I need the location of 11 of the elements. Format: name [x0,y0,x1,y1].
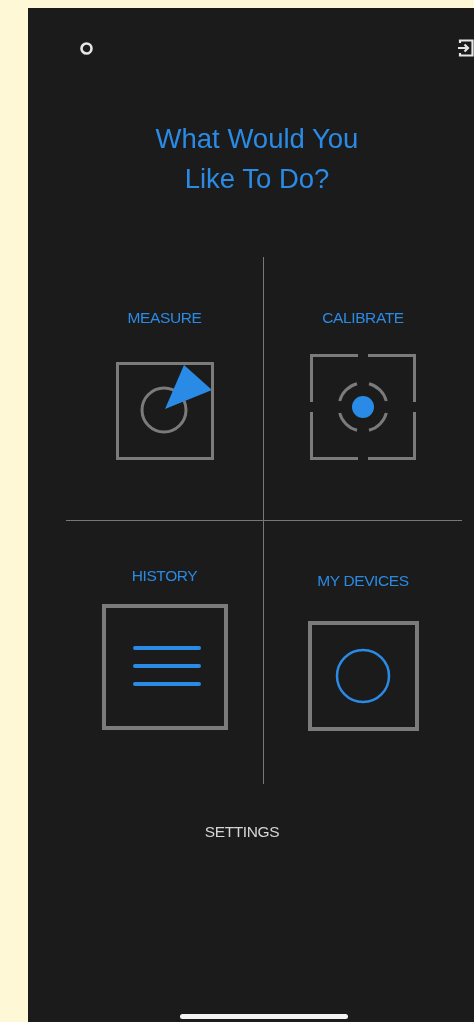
settings-link[interactable]: SETTINGS [204,822,280,842]
page-title: What Would You Like To Do? [154,122,360,196]
menu-tile[interactable]: MY DEVICES [307,571,419,731]
menu-tile[interactable]: HISTORY [101,566,228,730]
gauge-icon [115,362,214,460]
menu-tile[interactable]: CALIBRATE [310,308,416,460]
ring-icon[interactable] [80,41,93,55]
enter-icon[interactable] [457,38,474,58]
target-icon [310,354,416,460]
menu-tile[interactable]: MEASURE [115,308,214,460]
list-icon [101,604,228,730]
